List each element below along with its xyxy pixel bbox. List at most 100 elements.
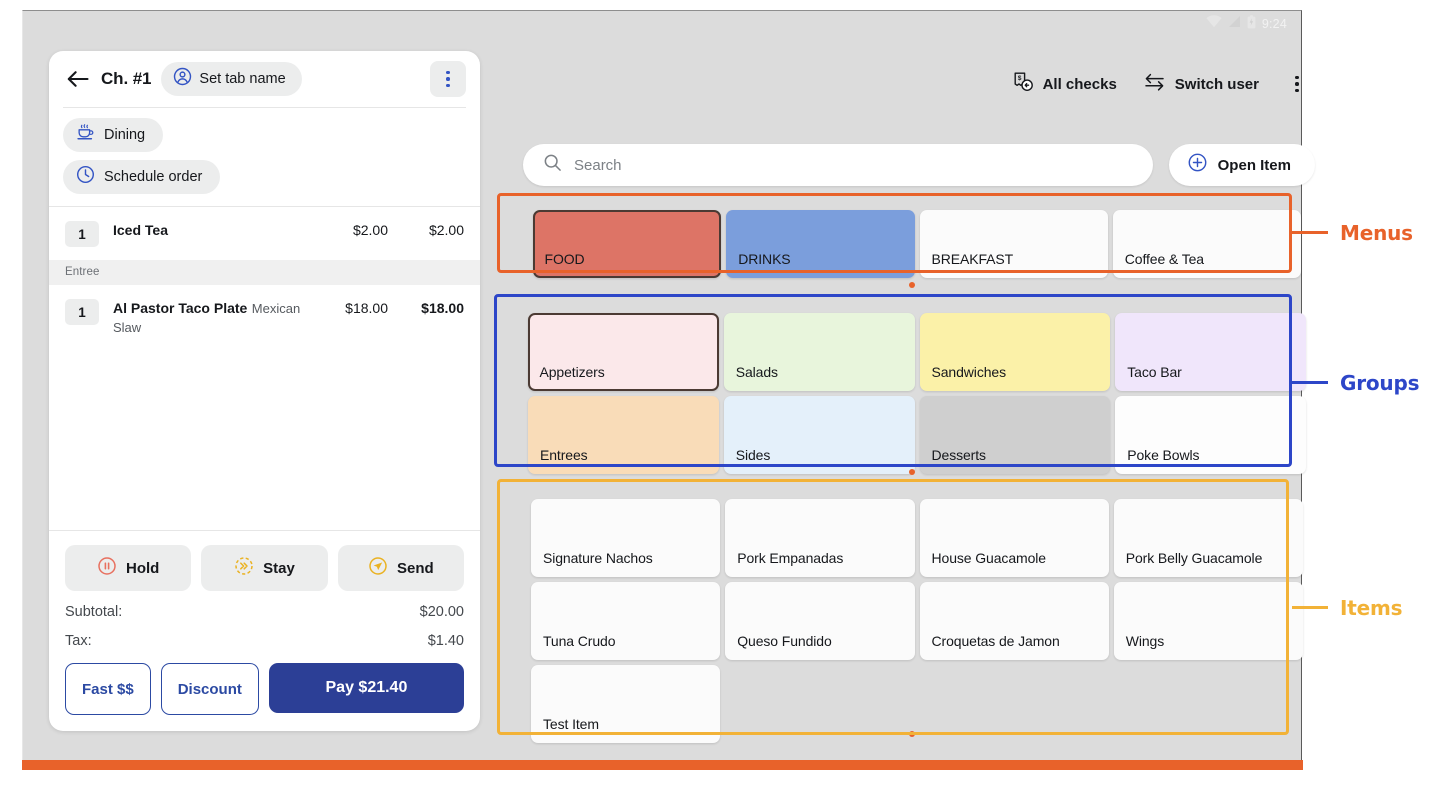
group-tile-label: Appetizers — [540, 364, 605, 382]
group-tile-sides[interactable]: Sides — [724, 396, 915, 474]
schedule-order-chip-label: Schedule order — [104, 169, 202, 185]
item-tile-label: Pork Empanadas — [737, 550, 843, 568]
item-tile-label: Queso Fundido — [737, 633, 831, 651]
svg-text:$: $ — [1017, 75, 1021, 82]
subtotal-amount: $20.00 — [420, 604, 464, 620]
group-tile-appetizers[interactable]: Appetizers — [528, 313, 719, 391]
line-item-unit-price: $2.00 — [326, 222, 388, 238]
item-tile-queso-fundido[interactable]: Queso Fundido — [725, 582, 914, 660]
order-footer: Hold Stay — [49, 531, 480, 731]
cell-signal-icon — [1228, 15, 1241, 33]
item-tile-pork-belly-guacamole[interactable]: Pork Belly Guacamole — [1114, 499, 1303, 577]
schedule-order-chip[interactable]: Schedule order — [63, 160, 220, 194]
item-tile-label: Croquetas de Jamon — [932, 633, 1060, 651]
group-tile-poke-bowls[interactable]: Poke Bowls — [1115, 396, 1306, 474]
tablet-device-frame: 9:24 Ch. #1 Set tab name — [22, 10, 1302, 768]
check-overflow-button[interactable] — [430, 61, 466, 97]
stay-button[interactable]: Stay — [201, 545, 327, 591]
course-header: Entree — [49, 260, 480, 285]
group-tile-label: Desserts — [932, 447, 986, 465]
search-input[interactable] — [574, 157, 1133, 174]
user-circle-icon — [173, 67, 192, 91]
fast-cash-button[interactable]: Fast $$ — [65, 663, 151, 715]
group-tile-sandwiches[interactable]: Sandwiches — [920, 313, 1111, 391]
menu-tile-label: DRINKS — [738, 251, 790, 269]
search-box[interactable] — [523, 144, 1153, 186]
item-tile-signature-nachos[interactable]: Signature Nachos — [531, 499, 720, 577]
line-item-name: Al Pastor Taco Plate — [113, 300, 247, 316]
menus-pagination-dot[interactable] — [909, 282, 915, 288]
back-arrow-icon[interactable] — [65, 66, 91, 92]
item-tile-label: Pork Belly Guacamole — [1126, 550, 1263, 568]
plus-circle-icon — [1187, 152, 1208, 178]
item-tile-test-item[interactable]: Test Item — [531, 665, 720, 743]
android-status-bar: 9:24 — [23, 11, 1301, 37]
fire-button-row: Hold Stay — [65, 545, 464, 591]
item-tile-tuna-crudo[interactable]: Tuna Crudo — [531, 582, 720, 660]
send-plane-icon — [368, 556, 388, 581]
stay-label: Stay — [263, 560, 295, 577]
line-item-name: Iced Tea — [113, 222, 168, 238]
line-item-list: 1 Iced Tea $2.00 $2.00 Entree 1 Al Pasto… — [49, 207, 480, 530]
menu-tile-breakfast[interactable]: BREAKFAST — [920, 210, 1108, 278]
wifi-icon — [1206, 15, 1222, 33]
send-button[interactable]: Send — [338, 545, 464, 591]
dining-chip[interactable]: Dining — [63, 118, 163, 152]
subtotal-row: Subtotal: $20.00 — [65, 604, 464, 620]
device-bottom-accent-bar — [22, 760, 1303, 770]
clock-icon — [76, 165, 95, 189]
group-tile-entrees[interactable]: Entrees — [528, 396, 719, 474]
group-tile-desserts[interactable]: Desserts — [920, 396, 1111, 474]
all-checks-button[interactable]: $ All checks — [1012, 71, 1117, 98]
annotation-label-menus: Menus — [1340, 221, 1413, 245]
group-tile-salads[interactable]: Salads — [724, 313, 915, 391]
table-row[interactable]: 1 Al Pastor Taco Plate Mexican Slaw $18.… — [49, 285, 480, 350]
status-clock: 9:24 — [1262, 17, 1287, 31]
battery-icon — [1247, 15, 1256, 34]
kebab-menu-icon — [446, 71, 450, 88]
item-tile-label: Tuna Crudo — [543, 633, 615, 651]
menu-tile-drinks[interactable]: DRINKS — [726, 210, 914, 278]
item-tile-label: Test Item — [543, 716, 599, 734]
groups-pagination-dot[interactable] — [909, 469, 915, 475]
item-tile-pork-empanadas[interactable]: Pork Empanadas — [725, 499, 914, 577]
menu-tile-coffee-tea[interactable]: Coffee & Tea — [1113, 210, 1301, 278]
menu-tile-label: BREAKFAST — [932, 251, 1014, 269]
tax-amount: $1.40 — [428, 633, 464, 649]
switch-user-button[interactable]: Switch user — [1143, 72, 1259, 97]
dining-chip-label: Dining — [104, 127, 145, 143]
table-row[interactable]: 1 Iced Tea $2.00 $2.00 — [49, 207, 480, 260]
item-tile-house-guacamole[interactable]: House Guacamole — [920, 499, 1109, 577]
kebab-menu-icon — [1295, 76, 1299, 93]
hold-button[interactable]: Hold — [65, 545, 191, 591]
stay-chevrons-icon — [234, 556, 254, 581]
order-meta-chips: Dining Schedule order — [49, 108, 480, 206]
switch-user-arrows-icon — [1143, 72, 1166, 97]
set-tab-name-button[interactable]: Set tab name — [161, 62, 301, 96]
group-tile-label: Salads — [736, 364, 778, 382]
toolbar-overflow-button[interactable] — [1285, 69, 1309, 99]
top-toolbar: $ All checks Switch user — [1012, 69, 1309, 99]
item-tile-wings[interactable]: Wings — [1114, 582, 1303, 660]
pay-button-row: Fast $$ Discount Pay $21.40 — [65, 663, 464, 715]
item-tile-croquetas-de-jamon[interactable]: Croquetas de Jamon — [920, 582, 1109, 660]
discount-button[interactable]: Discount — [161, 663, 259, 715]
tax-row: Tax: $1.40 — [65, 633, 464, 649]
dining-cup-icon — [76, 123, 95, 147]
items-pagination-dot[interactable] — [909, 731, 915, 737]
annotation-label-groups: Groups — [1340, 371, 1419, 395]
line-item-unit-price: $18.00 — [326, 300, 388, 316]
all-checks-label: All checks — [1043, 76, 1117, 93]
menus-grid: FOOD DRINKS BREAKFAST Coffee & Tea — [533, 210, 1301, 278]
send-label: Send — [397, 560, 434, 577]
group-tile-taco-bar[interactable]: Taco Bar — [1115, 313, 1306, 391]
pay-button[interactable]: Pay $21.40 — [269, 663, 464, 713]
open-item-button[interactable]: Open Item — [1169, 144, 1315, 186]
menu-tile-label: FOOD — [545, 251, 585, 269]
item-tile-label: House Guacamole — [932, 550, 1046, 568]
search-icon — [543, 153, 562, 177]
group-tile-label: Taco Bar — [1127, 364, 1181, 382]
menu-tile-food[interactable]: FOOD — [533, 210, 721, 278]
item-tile-label: Wings — [1126, 633, 1164, 651]
group-tile-label: Poke Bowls — [1127, 447, 1199, 465]
